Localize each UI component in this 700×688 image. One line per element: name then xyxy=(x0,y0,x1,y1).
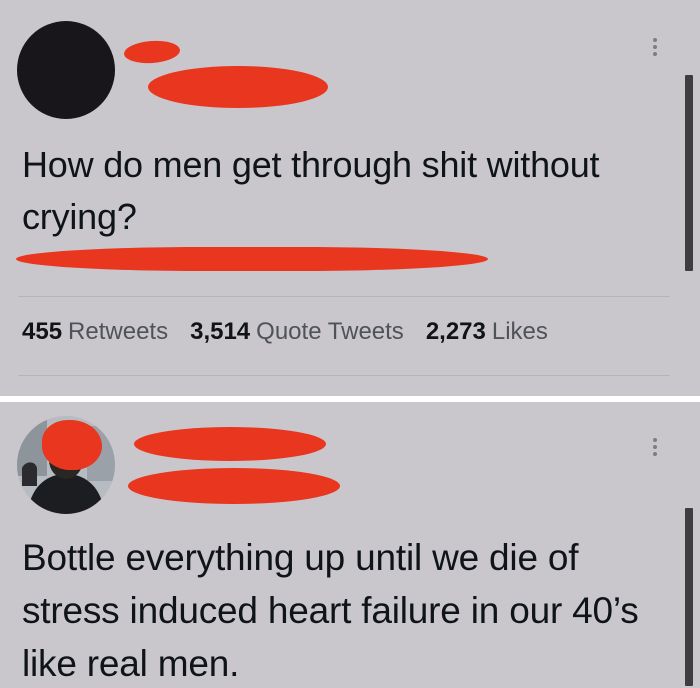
avatar[interactable] xyxy=(17,21,115,119)
retweets-stat[interactable]: 455 Retweets xyxy=(22,318,168,346)
quote-tweets-label: Quote Tweets xyxy=(256,318,404,345)
divider xyxy=(18,296,670,297)
likes-stat[interactable]: 2,273 Likes xyxy=(426,318,548,346)
quote-tweets-count: 3,514 xyxy=(190,318,251,345)
name-redaction xyxy=(134,427,326,461)
handle-redaction xyxy=(148,66,328,108)
quote-tweets-stat[interactable]: 3,514 Quote Tweets xyxy=(190,318,404,346)
retweets-label: Retweets xyxy=(68,318,169,345)
reply-text: Bottle everything up until we die of str… xyxy=(22,537,639,684)
divider xyxy=(18,375,670,376)
likes-label: Likes xyxy=(491,318,548,345)
timestamp-redaction xyxy=(16,247,488,271)
scrollbar[interactable] xyxy=(685,508,693,686)
more-options-icon[interactable] xyxy=(652,438,658,456)
tweet-card-1: How do men get through shit without cryi… xyxy=(0,0,700,396)
retweets-count: 455 xyxy=(22,318,63,345)
handle-redaction xyxy=(128,468,340,504)
engagement-stats: 455 Retweets 3,514 Quote Tweets 2,273 Li… xyxy=(22,318,548,346)
face-redaction xyxy=(42,420,102,470)
likes-count: 2,273 xyxy=(425,318,486,345)
name-redaction xyxy=(123,39,181,65)
scrollbar[interactable] xyxy=(685,75,693,271)
tweet-text: How do men get through shit without cryi… xyxy=(22,144,600,237)
more-options-icon[interactable] xyxy=(652,38,658,56)
